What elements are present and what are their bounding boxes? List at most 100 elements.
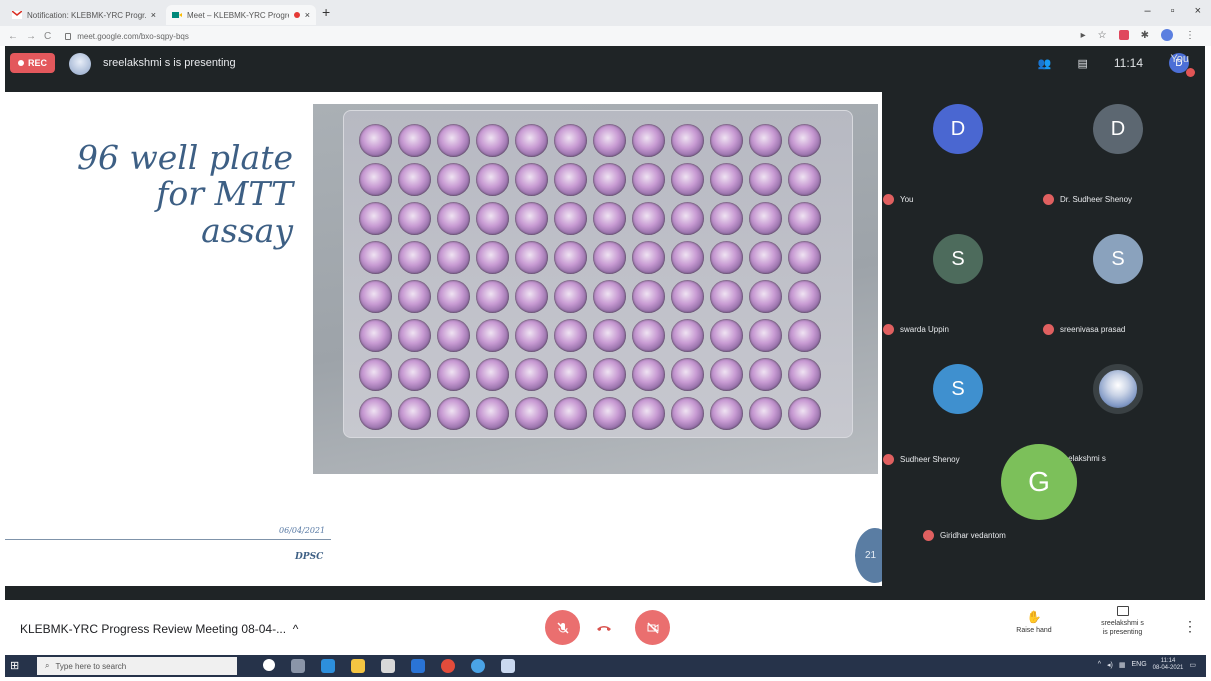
well	[710, 124, 743, 157]
well	[788, 241, 821, 274]
chat-icon[interactable]: ▤	[1077, 57, 1087, 70]
well	[554, 358, 587, 391]
edge-icon[interactable]	[321, 659, 335, 673]
cast-icon[interactable]: ▸	[1081, 30, 1086, 41]
well	[437, 241, 470, 274]
well	[749, 319, 782, 352]
close-icon[interactable]: ×	[305, 10, 310, 20]
participant-tile[interactable]: Ssreenivasa prasad	[1043, 226, 1203, 346]
back-icon[interactable]: ←	[8, 31, 18, 42]
more-options-icon[interactable]: ⋮	[1183, 618, 1197, 635]
slide-page-number: 21	[855, 528, 882, 583]
chrome-icon[interactable]	[441, 659, 455, 673]
mic-off-icon	[1043, 194, 1054, 205]
puzzle-icon[interactable]: ✱	[1141, 30, 1149, 41]
profile-avatar[interactable]	[1161, 29, 1173, 41]
new-tab-icon[interactable]: +	[322, 4, 330, 20]
camera-off-icon	[646, 621, 659, 634]
well	[398, 319, 431, 352]
presentation-button[interactable]: sreelakshmi s is presenting	[1095, 606, 1150, 637]
meet-top-bar: REC sreelakshmi s is presenting 👥 ▤ 11:1…	[5, 46, 1205, 80]
taskbar-clock[interactable]: 11:14 08-04-2021	[1153, 658, 1184, 671]
participant-avatar: S	[933, 364, 983, 414]
minimize-icon[interactable]: –	[1145, 5, 1151, 17]
meeting-title[interactable]: KLEBMK-YRC Progress Review Meeting 08-04…	[20, 622, 298, 636]
close-icon[interactable]: ×	[151, 10, 156, 20]
participant-name: You	[883, 194, 914, 205]
kebab-menu-icon[interactable]: ⋮	[1185, 30, 1195, 41]
participant-avatar: G	[1001, 444, 1077, 520]
maximize-icon[interactable]: ▫	[1171, 5, 1175, 17]
mic-off-icon	[883, 194, 894, 205]
task-view-icon[interactable]	[291, 659, 305, 673]
gmail-icon	[12, 11, 22, 19]
close-window-icon[interactable]: ×	[1195, 5, 1201, 17]
cortana-icon[interactable]	[263, 659, 275, 671]
well	[632, 163, 665, 196]
well	[554, 397, 587, 430]
system-tray: ^ ◂) ▦ ENG 11:14 08-04-2021 ▭	[1098, 658, 1196, 671]
mic-off-icon	[556, 621, 569, 634]
well	[398, 397, 431, 430]
tab-notification[interactable]: Notification: KLEBMK-YRC Progr... ×	[6, 5, 162, 25]
raise-hand-button[interactable]: ✋ Raise hand	[1012, 610, 1056, 634]
people-icon[interactable]: 👥	[1038, 57, 1052, 70]
well	[671, 163, 704, 196]
volume-icon[interactable]: ◂)	[1107, 661, 1113, 669]
well	[359, 163, 392, 196]
app-icon[interactable]	[471, 659, 485, 673]
well	[359, 124, 392, 157]
well	[476, 319, 509, 352]
well	[671, 358, 704, 391]
participant-tile[interactable]: Sswarda Uppin	[883, 226, 1043, 346]
meet-bottom-bar: KLEBMK-YRC Progress Review Meeting 08-04…	[0, 600, 1211, 655]
well	[398, 202, 431, 235]
language-indicator[interactable]: ENG	[1132, 661, 1147, 668]
participant-tile[interactable]: D You	[883, 96, 1043, 216]
chevron-up-icon[interactable]: ^	[1098, 661, 1101, 668]
well	[749, 397, 782, 430]
url-text: meet.google.com/bxo-sqpy-bqs	[77, 31, 189, 41]
well	[476, 358, 509, 391]
well	[437, 280, 470, 313]
reload-icon[interactable]: C	[44, 31, 51, 42]
tab-meet[interactable]: Meet – KLEBMK-YRC Progre... ×	[166, 5, 316, 25]
well	[359, 241, 392, 274]
participant-avatar: S	[1093, 234, 1143, 284]
well-grid	[356, 121, 824, 433]
well	[749, 280, 782, 313]
recording-badge[interactable]: REC	[10, 53, 55, 73]
extension-icon[interactable]	[1118, 30, 1129, 40]
file-explorer-icon[interactable]	[351, 659, 365, 673]
participant-tile[interactable]: G Giridhar vedantom	[923, 444, 1083, 606]
leave-call-button[interactable]	[589, 610, 619, 645]
present-screen-icon	[1116, 606, 1129, 616]
presenting-line2: is presenting	[1102, 629, 1143, 637]
well	[710, 319, 743, 352]
well	[749, 163, 782, 196]
well	[554, 124, 587, 157]
star-icon[interactable]: ☆	[1098, 30, 1107, 41]
taskbar-search-input[interactable]: ⌕ Type here to search	[37, 657, 237, 675]
well	[749, 358, 782, 391]
notification-center-icon[interactable]: ▭	[1189, 661, 1196, 669]
camera-toggle-button[interactable]	[635, 610, 670, 645]
mail-icon[interactable]	[411, 659, 425, 673]
microphone-toggle-button[interactable]	[545, 610, 580, 645]
well	[515, 280, 548, 313]
forward-icon[interactable]: →	[26, 31, 36, 42]
windows-start-icon[interactable]: ⊞	[10, 659, 24, 673]
well	[710, 397, 743, 430]
record-dot-icon	[17, 60, 24, 66]
slide-footer: DPSC	[295, 552, 324, 562]
well	[593, 397, 626, 430]
store-icon[interactable]	[381, 659, 395, 673]
well	[671, 241, 704, 274]
participant-tile[interactable]: D Dr. Sudheer Shenoy	[1043, 96, 1203, 216]
well	[476, 202, 509, 235]
url-field[interactable]: meet.google.com/bxo-sqpy-bqs	[65, 32, 189, 41]
participant-name-text: Giridhar vedantom	[940, 531, 1006, 540]
app-icon[interactable]	[501, 659, 515, 673]
network-icon[interactable]: ▦	[1119, 661, 1126, 669]
participant-name: Sudheer Shenoy	[883, 454, 960, 465]
